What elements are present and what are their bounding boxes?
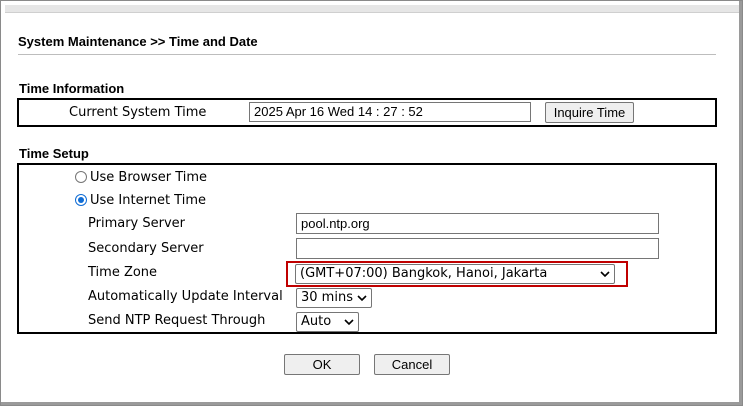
inquire-time-button[interactable]: Inquire Time [545,102,634,123]
current-system-time-field[interactable]: 2025 Apr 16 Wed 14 : 27 : 52 [249,102,531,122]
time-information-title: Time Information [19,81,125,96]
frame-shadow-bottom [1,402,742,405]
chevron-down-icon [357,295,367,302]
primary-server-input[interactable]: pool.ntp.org [296,213,659,234]
top-bar [5,5,739,13]
page-title: System Maintenance >> Time and Date [18,34,258,49]
use-internet-time-radio[interactable] [75,194,87,206]
update-interval-select[interactable]: 30 mins [296,288,372,308]
secondary-server-label: Secondary Server [88,241,204,256]
secondary-server-input[interactable] [296,238,659,259]
update-interval-value: 30 mins [301,290,353,305]
ok-button[interactable]: OK [284,354,360,375]
use-browser-time-radio[interactable] [75,171,87,183]
ntp-request-select[interactable]: Auto [296,312,359,332]
ntp-request-label: Send NTP Request Through [88,313,266,328]
dialog-frame: System Maintenance >> Time and Date Time… [0,0,743,406]
update-interval-label: Automatically Update Interval [88,289,283,304]
chevron-down-icon [344,319,354,326]
title-divider [18,54,716,55]
primary-server-label: Primary Server [88,216,185,231]
time-zone-highlight [286,261,628,287]
current-system-time-label: Current System Time [69,105,207,120]
ntp-request-value: Auto [301,314,332,329]
frame-shadow-right [739,1,742,405]
use-browser-time-label[interactable]: Use Browser Time [90,170,207,185]
cancel-button[interactable]: Cancel [374,354,450,375]
time-zone-label: Time Zone [88,265,158,280]
use-internet-time-label[interactable]: Use Internet Time [90,193,206,208]
time-setup-title: Time Setup [19,146,89,161]
